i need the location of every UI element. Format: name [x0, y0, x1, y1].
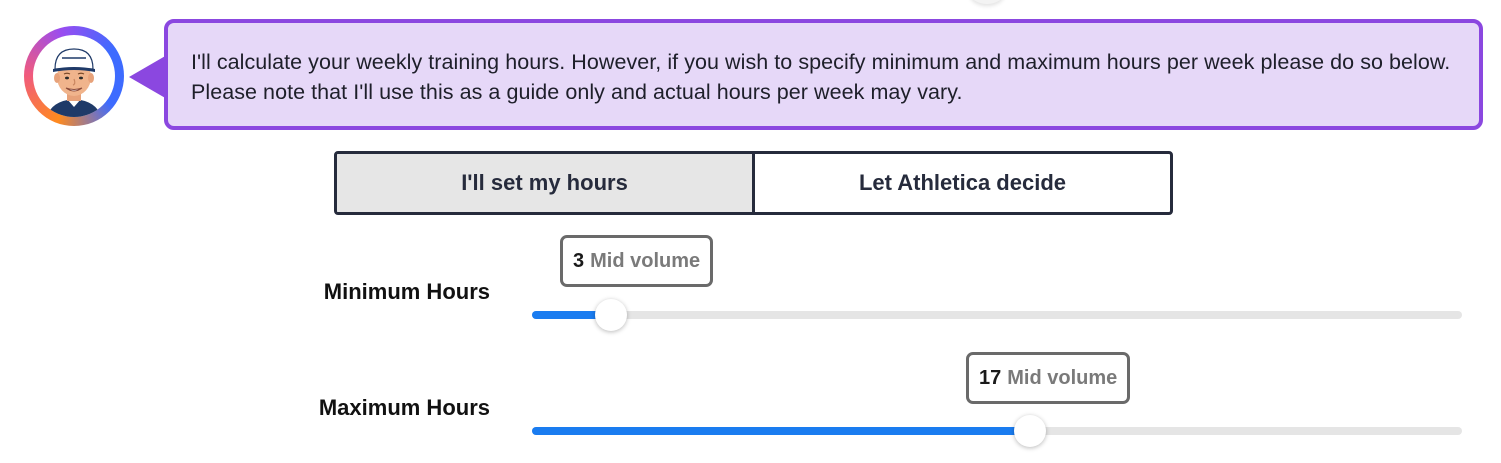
minimum-hours-label: Minimum Hours	[323, 279, 490, 304]
maximum-hours-volume: Mid volume	[1007, 366, 1118, 389]
maximum-hours-slider-track[interactable]	[532, 415, 1462, 447]
minimum-hours-volume: Mid volume	[590, 249, 701, 272]
coach-message-text: I'll calculate your weekly training hour…	[191, 50, 1451, 104]
speech-bubble-tail	[129, 55, 167, 99]
minimum-hours-value: 3	[573, 249, 585, 272]
maximum-hours-value: 17	[979, 366, 1002, 389]
minimum-hours-slider-thumb[interactable]	[595, 299, 627, 331]
coach-avatar	[24, 26, 124, 126]
minimum-hours-value-badge: 3 Mid volume	[560, 235, 714, 287]
minimum-hours-slider-track[interactable]	[532, 299, 1462, 331]
maximum-hours-slider-fill	[532, 427, 1030, 435]
maximum-hours-label: Maximum Hours	[318, 395, 490, 420]
maximum-hours-value-badge: 17 Mid volume	[966, 352, 1131, 404]
hours-mode-toggle: I'll set my hours Let Athletica decide	[334, 151, 1173, 215]
maximum-hours-slider-thumb[interactable]	[1014, 415, 1046, 447]
let-athletica-decide-button[interactable]: Let Athletica decide	[755, 154, 1170, 212]
set-my-hours-button[interactable]: I'll set my hours	[337, 154, 755, 212]
slider-thumb-partial	[970, 0, 1004, 4]
coach-message-bubble: I'll calculate your weekly training hour…	[164, 19, 1483, 130]
coach-avatar-image	[33, 35, 115, 117]
